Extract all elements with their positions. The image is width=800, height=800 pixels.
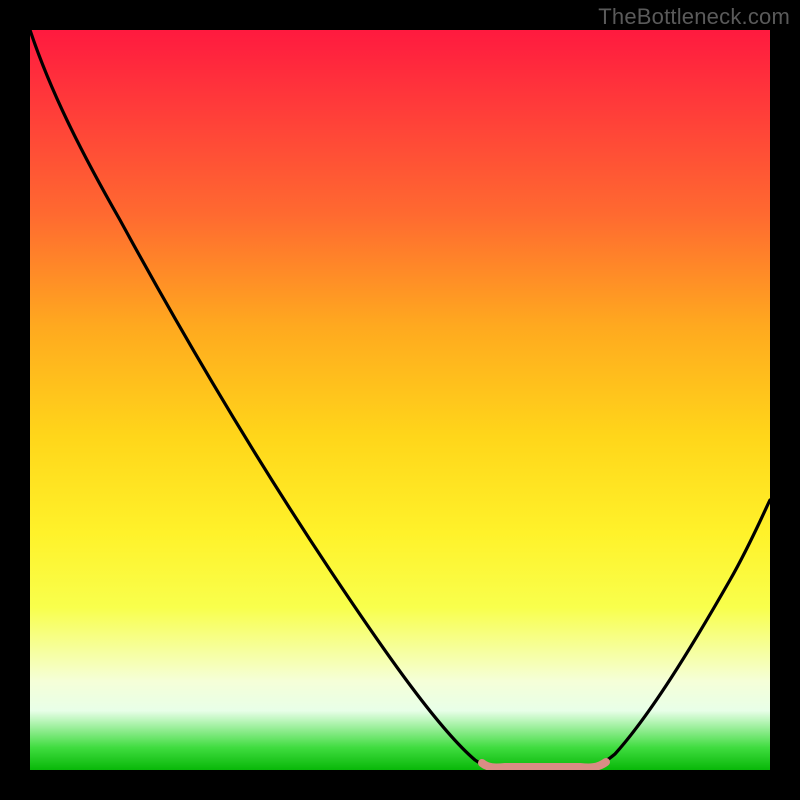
curve-layer: [30, 30, 770, 770]
bottleneck-curve: [30, 30, 770, 766]
plot-area: [30, 30, 770, 770]
optimal-zone-marker: [482, 762, 606, 768]
chart-frame: TheBottleneck.com: [0, 0, 800, 800]
watermark-text: TheBottleneck.com: [598, 4, 790, 30]
